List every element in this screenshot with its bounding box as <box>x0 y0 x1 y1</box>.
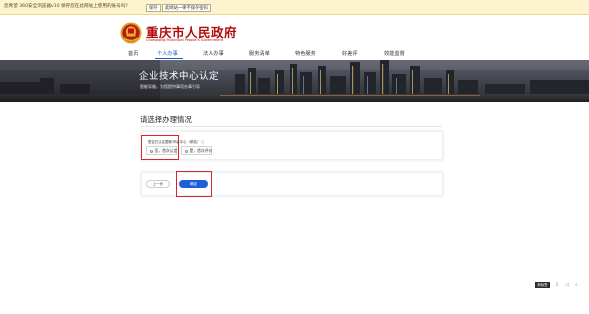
nav-item-featured[interactable]: 特色服务 <box>295 50 316 57</box>
highlight-box-option <box>141 135 179 160</box>
nav-item-rating[interactable]: 好差评 <box>342 50 358 57</box>
site-subtitle: Chongqing Municipal People's Government <box>146 38 224 42</box>
nav-active-indicator <box>155 58 183 60</box>
banner-subtitle: 智能导服，为您提供事项办事引导 <box>140 84 200 89</box>
nav-item-supervision[interactable]: 效能监督 <box>384 50 405 57</box>
highlight-box-confirm <box>176 171 212 197</box>
nav-item-home[interactable]: 首页 <box>128 50 138 57</box>
new-tab-badge[interactable]: 新标签 <box>535 282 550 288</box>
zoom-icon[interactable]: ⌕ <box>575 282 578 288</box>
nav-item-corporate[interactable]: 法人办事 <box>203 50 224 57</box>
nav-item-personal[interactable]: 个人办事 <box>157 50 178 57</box>
page: 您希望 360安全浏览器v10 保存您在此网站上使用的账号吗? 保存 此网站一律… <box>0 0 589 314</box>
city-skyline-image <box>0 60 589 102</box>
main-nav: 首页 个人办事 法人办事 服务清单 特色服务 好差评 效能监督 <box>0 48 589 60</box>
save-password-button[interactable]: 保存 <box>146 4 161 12</box>
never-save-button[interactable]: 此网站一律不保存密码 <box>162 4 211 12</box>
save-password-message: 您希望 360安全浏览器v10 保存您在此网站上使用的账号吗? <box>4 4 128 9</box>
page-banner <box>0 60 589 102</box>
section-divider <box>140 126 442 127</box>
download-icon[interactable]: ⇩ <box>555 282 559 288</box>
info-icon[interactable]: ⓘ <box>201 140 204 144</box>
section-title: 请选择办理情况 <box>140 115 192 124</box>
previous-step-button[interactable]: 上一步 <box>146 180 170 188</box>
national-emblem-icon <box>120 22 142 44</box>
option-first-evaluation[interactable]: 是，首次评价 <box>181 146 212 155</box>
option-label: 是，首次评价 <box>189 148 213 153</box>
speaker-icon[interactable]: ◁ <box>565 282 569 288</box>
nav-item-service-list[interactable]: 服务清单 <box>249 50 270 57</box>
radio-icon <box>185 149 188 153</box>
save-password-bar: 您希望 360安全浏览器v10 保存您在此网站上使用的账号吗? 保存 此网站一律… <box>0 0 589 15</box>
banner-title: 企业技术中心认定 <box>139 71 220 82</box>
